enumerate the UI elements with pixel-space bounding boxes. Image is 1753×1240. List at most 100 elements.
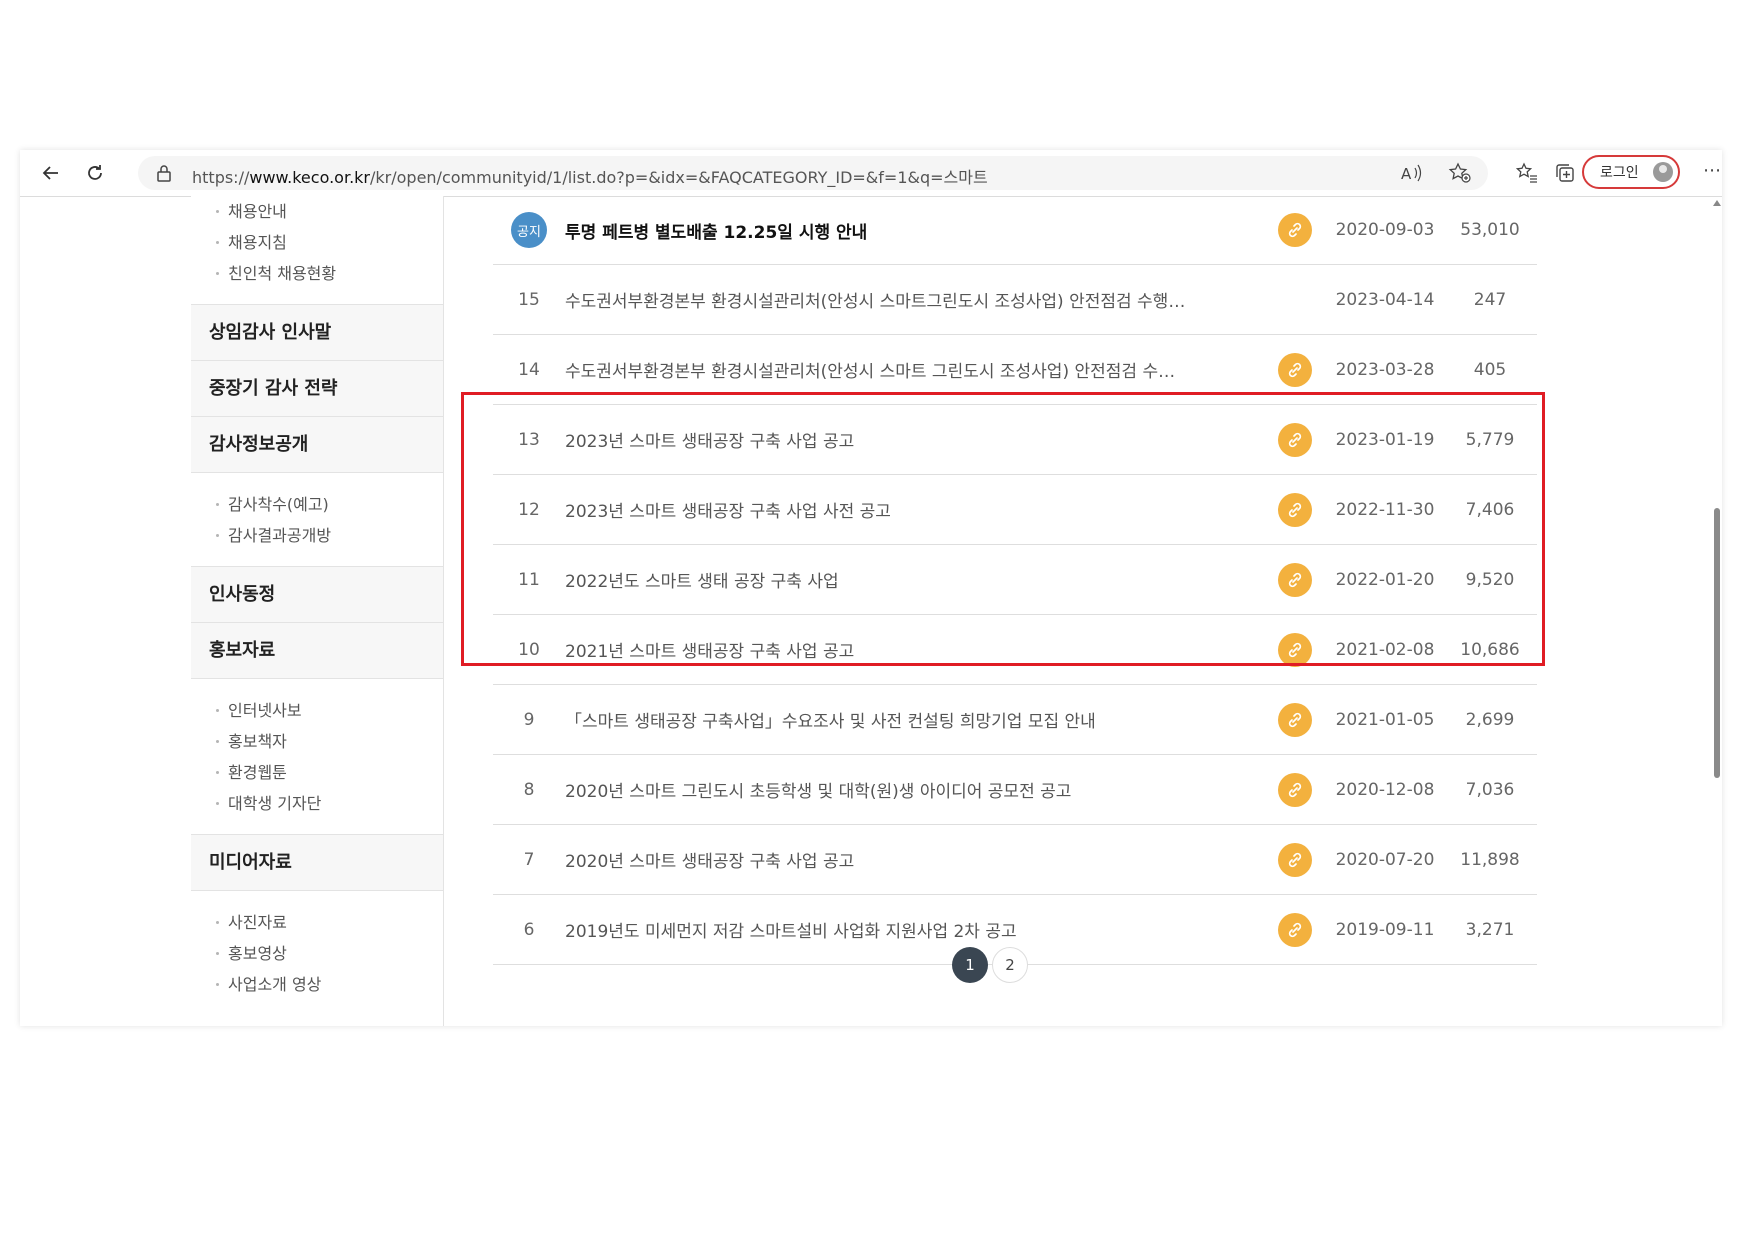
sidebar-sub-item[interactable]: 홍보책자	[216, 726, 443, 757]
board-list: 공지 투명 페트병 별도배출 12.25일 시행 안내 2020-09-03 5…	[493, 196, 1537, 965]
table-row[interactable]: 8 2020년 스마트 그린도시 초등학생 및 대학(원)생 아이디어 공모전 공…	[493, 755, 1537, 825]
row-views: 3,271	[1465, 919, 1515, 940]
attachment-icon[interactable]	[1278, 422, 1312, 457]
row-number: 14	[518, 359, 540, 380]
login-label: 로그인	[1600, 165, 1639, 181]
collections-icon	[1556, 164, 1574, 182]
attachment-icon[interactable]	[1278, 352, 1312, 387]
row-number: 7	[523, 849, 535, 870]
sidebar-menu-head[interactable]: 인사동정	[191, 566, 443, 623]
attachment-cell	[1265, 422, 1325, 457]
sidebar-menu-head[interactable]: 감사정보공개	[191, 416, 443, 473]
attachment-icon[interactable]	[1278, 492, 1312, 527]
scrollbar[interactable]	[1712, 196, 1722, 1026]
attachment-cell	[1265, 912, 1325, 947]
avatar-icon	[1652, 162, 1673, 182]
row-number: 9	[523, 709, 535, 730]
row-views: 405	[1473, 359, 1507, 380]
url-text[interactable]: https://www.keco.or.kr/kr/open/community…	[192, 164, 988, 188]
row-number: 13	[518, 429, 540, 450]
sidebar-sub-item[interactable]: 대학생 기자단	[216, 788, 443, 819]
row-title[interactable]: 2019년도 미세먼지 저감 스마트설비 사업화 지원사업 2차 공고	[565, 917, 1265, 942]
more-icon[interactable]: ⋯	[1703, 160, 1722, 181]
attachment-icon[interactable]	[1278, 842, 1312, 877]
row-title[interactable]: 2022년도 스마트 생태 공장 구축 사업	[565, 567, 1265, 592]
table-row[interactable]: 14 수도권서부환경본부 환경시설관리처(안성시 스마트 그린도시 조성사업) 안…	[493, 335, 1537, 405]
scroll-up-icon[interactable]	[1713, 200, 1721, 206]
sidebar-sub-item[interactable]: 감사결과공개방	[216, 520, 443, 551]
url-host: www.keco.or.kr	[249, 168, 370, 187]
attachment-cell	[1265, 842, 1325, 877]
row-title[interactable]: 수도권서부환경본부 환경시설관리처(안성시 스마트 그린도시 조성사업) 안전점…	[565, 357, 1265, 382]
row-number: 12	[518, 499, 540, 520]
sidebar-menu-head[interactable]: 상임감사 인사말	[191, 304, 443, 361]
sidebar-sub-item[interactable]: 홍보영상	[216, 938, 443, 969]
sidebar-menu: 채용안내 채용지침 친인척 채용현황 상임감사 인사말 중장기 감사 전략 감사정보공개 감…	[191, 196, 444, 1026]
page-button-1[interactable]: 1	[952, 947, 988, 983]
row-views: 247	[1473, 289, 1507, 310]
row-title[interactable]: 2023년 스마트 생태공장 구축 사업 사전 공고	[565, 497, 1265, 522]
row-title[interactable]: 2023년 스마트 생태공장 구축 사업 공고	[565, 427, 1265, 452]
sidebar-sub-item[interactable]: 감사착수(예고)	[216, 489, 443, 520]
table-row[interactable]: 11 2022년도 스마트 생태 공장 구축 사업 2022-01-20 9,520	[493, 545, 1537, 615]
table-row[interactable]: 12 2023년 스마트 생태공장 구축 사업 사전 공고 2022-11-30 7,…	[493, 475, 1537, 545]
sidebar-sub-item[interactable]: 환경웹툰	[216, 757, 443, 788]
table-row[interactable]: 10 2021년 스마트 생태공장 구축 사업 공고 2021-02-08 10,68…	[493, 615, 1537, 685]
row-date: 2020-12-08	[1335, 779, 1435, 800]
notice-row[interactable]: 공지 투명 페트병 별도배출 12.25일 시행 안내 2020-09-03 5…	[493, 196, 1537, 265]
row-date: 2021-01-05	[1335, 709, 1435, 730]
row-views: 11,898	[1460, 849, 1520, 870]
attachment-icon[interactable]	[1278, 562, 1312, 597]
arrow-left-icon	[42, 166, 58, 180]
attachment-cell	[1265, 702, 1325, 737]
attachment-icon[interactable]	[1278, 702, 1312, 737]
table-row[interactable]: 15 수도권서부환경본부 환경시설관리처(안성시 스마트그린도시 조성사업) 안전…	[493, 265, 1537, 335]
page-button-2[interactable]: 2	[992, 947, 1028, 983]
row-number: 10	[518, 639, 540, 660]
read-aloud-icon[interactable]: A	[1400, 162, 1424, 184]
table-row[interactable]: 9 「스마트 생태공장 구축사업」수요조사 및 사전 컨설팅 희망기업 모집 안내…	[493, 685, 1537, 755]
row-title[interactable]: 2020년 스마트 생태공장 구축 사업 공고	[565, 847, 1265, 872]
attachment-icon[interactable]	[1278, 772, 1312, 807]
row-title[interactable]: 2021년 스마트 생태공장 구축 사업 공고	[565, 637, 1265, 662]
row-title[interactable]: 「스마트 생태공장 구축사업」수요조사 및 사전 컨설팅 희망기업 모집 안내	[565, 707, 1265, 732]
attachment-icon[interactable]	[1278, 632, 1312, 667]
back-button[interactable]	[36, 159, 66, 187]
row-date: 2023-04-14	[1335, 289, 1435, 310]
sidebar-sub-list: 채용안내 채용지침 친인척 채용현황	[191, 196, 443, 305]
sidebar-sub-item[interactable]: 인터넷사보	[216, 695, 443, 726]
attachment-icon[interactable]	[1278, 213, 1312, 247]
attachment-icon[interactable]	[1278, 912, 1312, 947]
sidebar-sub-item[interactable]: 사진자료	[216, 907, 443, 938]
reload-icon	[88, 165, 102, 180]
reload-button[interactable]	[80, 159, 110, 187]
address-bar[interactable]: https://www.keco.or.kr/kr/open/community…	[138, 156, 1488, 190]
row-date: 2022-01-20	[1335, 569, 1435, 590]
browser-window: https://www.keco.or.kr/kr/open/community…	[20, 150, 1722, 1026]
attachment-cell	[1265, 632, 1325, 667]
scroll-thumb[interactable]	[1714, 508, 1720, 778]
sidebar-menu-head[interactable]: 홍보자료	[191, 622, 443, 679]
attachment-cell	[1265, 213, 1325, 247]
collections-button[interactable]	[1550, 159, 1580, 187]
sidebar-menu-head[interactable]: 중장기 감사 전략	[191, 360, 443, 417]
row-title[interactable]: 수도권서부환경본부 환경시설관리처(안성시 스마트그린도시 조성사업) 안전점검…	[565, 287, 1265, 312]
sidebar-sub-item[interactable]: 친인척 채용현황	[216, 258, 443, 289]
sidebar-sub-item[interactable]: 채용안내	[216, 196, 443, 227]
row-title[interactable]: 2020년 스마트 그린도시 초등학생 및 대학(원)생 아이디어 공모전 공고	[565, 777, 1265, 802]
notice-title[interactable]: 투명 페트병 별도배출 12.25일 시행 안내	[565, 218, 1265, 243]
url-prefix: https://	[192, 168, 250, 187]
sidebar-sub-item[interactable]: 사업소개 영상	[216, 969, 443, 1000]
table-row[interactable]: 13 2023년 스마트 생태공장 구축 사업 공고 2023-01-19 5,779	[493, 405, 1537, 475]
notice-views: 53,010	[1460, 220, 1520, 240]
url-path: /kr/open/communityid/1/list.do?p=&idx=&F…	[370, 168, 988, 187]
table-row[interactable]: 7 2020년 스마트 생태공장 구축 사업 공고 2020-07-20 11,898	[493, 825, 1537, 895]
row-date: 2022-11-30	[1335, 499, 1435, 520]
favorites-button[interactable]	[1512, 159, 1542, 187]
sidebar-sub-item[interactable]: 채용지침	[216, 227, 443, 258]
sidebar-menu-head[interactable]: 미디어자료	[191, 834, 443, 891]
browser-toolbar: https://www.keco.or.kr/kr/open/community…	[20, 150, 1722, 197]
row-views: 7,406	[1465, 499, 1515, 520]
login-button[interactable]: 로그인	[1582, 155, 1680, 189]
star-plus-icon[interactable]	[1448, 162, 1472, 184]
